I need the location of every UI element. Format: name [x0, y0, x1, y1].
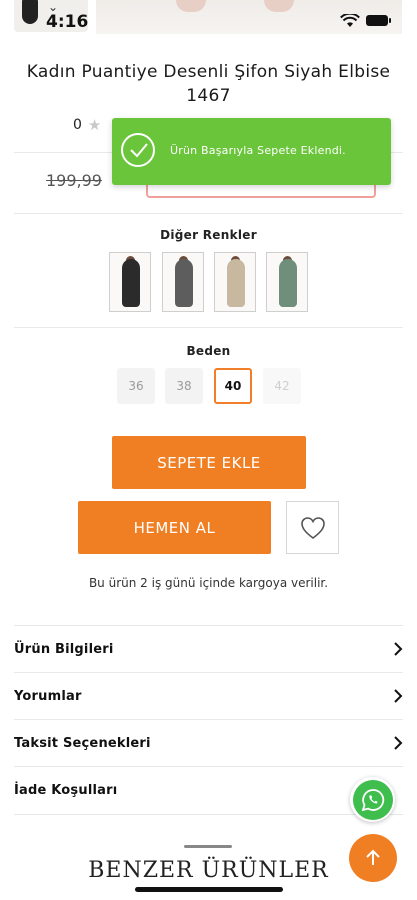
- size-option-40[interactable]: 40: [214, 368, 252, 404]
- color-variant-beige[interactable]: [214, 252, 256, 312]
- add-to-cart-button[interactable]: SEPETE EKLE: [112, 436, 306, 489]
- size-option-36[interactable]: 36: [117, 368, 155, 404]
- rating-value: 0: [73, 117, 82, 133]
- heart-icon: [300, 516, 325, 539]
- colors-label: Diğer Renkler: [160, 228, 257, 242]
- star-icon: ★: [87, 116, 102, 134]
- menu-label: Yorumlar: [14, 688, 82, 704]
- whatsapp-icon: [352, 779, 393, 820]
- product-title-line2: 1467: [186, 86, 231, 106]
- color-variant-grey[interactable]: [162, 252, 204, 312]
- toast-message: Ürün Başarıyla Sepete Eklendi.: [170, 144, 346, 157]
- favorite-button[interactable]: [286, 501, 339, 554]
- menu-installments[interactable]: Taksit Seçenekleri: [14, 719, 403, 766]
- chevron-right-icon: [394, 736, 403, 750]
- size-option-42[interactable]: 42: [263, 368, 301, 404]
- product-title-line1: Kadın Puantiye Desenli Şifon Siyah Elbis…: [26, 62, 391, 82]
- similar-products-title: BENZER ÜRÜNLER: [88, 858, 329, 883]
- drag-handle[interactable]: [184, 845, 232, 848]
- rating[interactable]: 0 ★: [73, 116, 101, 134]
- status-icons: [340, 14, 392, 28]
- menu-label: Taksit Seçenekleri: [14, 735, 151, 751]
- size-option-38[interactable]: 38: [165, 368, 203, 404]
- battery-icon: [366, 15, 391, 26]
- check-circle-icon: [121, 133, 155, 167]
- menu-product-info[interactable]: Ürün Bilgileri: [14, 625, 403, 672]
- shipping-note: Bu ürün 2 iş günü içinde kargoya verilir…: [88, 576, 329, 590]
- wifi-icon: [340, 14, 360, 27]
- color-variant-green[interactable]: [266, 252, 308, 312]
- divider: [14, 814, 403, 815]
- success-toast[interactable]: Ürün Başarıyla Sepete Eklendi.: [112, 118, 391, 185]
- menu-reviews[interactable]: Yorumlar: [14, 672, 403, 719]
- menu-label: Ürün Bilgileri: [14, 641, 114, 657]
- chevron-right-icon: [394, 642, 403, 656]
- menu-label: İade Koşulları: [14, 782, 118, 798]
- divider: [14, 327, 403, 328]
- chevron-right-icon: [394, 689, 403, 703]
- color-variant-black[interactable]: [109, 252, 151, 312]
- divider: [14, 213, 403, 214]
- status-time: 4:16: [46, 12, 89, 32]
- home-indicator[interactable]: [135, 887, 283, 892]
- menu-return-policy[interactable]: İade Koşulları: [14, 766, 403, 813]
- buy-now-button[interactable]: HEMEN AL: [78, 501, 271, 554]
- size-label: Beden: [186, 344, 231, 358]
- whatsapp-button[interactable]: [350, 777, 395, 822]
- product-title: Kadın Puantiye Desenli Şifon Siyah Elbis…: [0, 60, 417, 108]
- old-price: 199,99: [46, 171, 102, 190]
